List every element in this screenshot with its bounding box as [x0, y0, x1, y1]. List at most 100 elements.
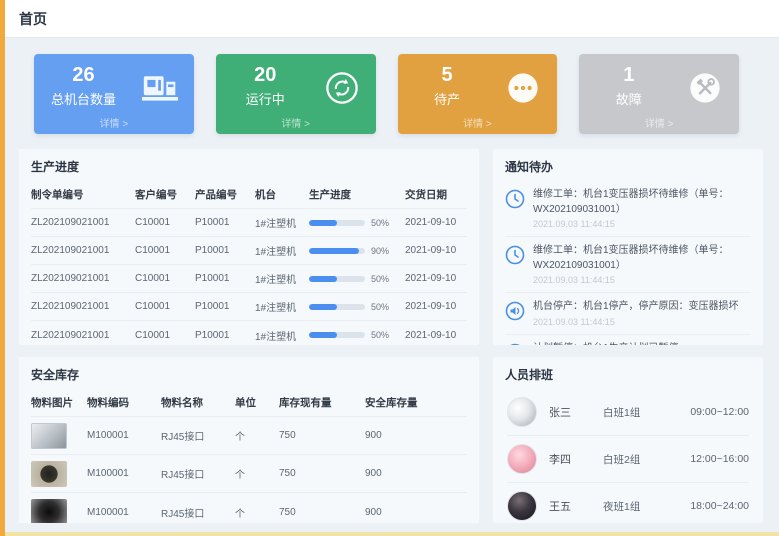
- progress-bar: [309, 332, 365, 338]
- progress-cell: 50%: [309, 211, 405, 235]
- cell-date: 2021-09-10: [405, 294, 469, 319]
- table-row: M100001 RJ45接口 个 750 900: [31, 455, 467, 493]
- col-header: 机台: [255, 181, 309, 208]
- notification-text: 机台停产：机台1停产，停产原因：变压器损坏: [533, 300, 751, 315]
- cell-stock: 750: [279, 423, 365, 448]
- card-standby[interactable]: 5 待产 详情 >: [398, 54, 558, 134]
- notification-time: 2021.09.03 11:44:15: [533, 275, 751, 285]
- progress-cell: 90%: [309, 239, 405, 263]
- table-row: ZL202109021001 C10001 P10001 1#注塑机 50% 2…: [31, 321, 467, 346]
- cell-machine: 1#注塑机: [255, 292, 309, 321]
- notification-item[interactable]: 机台停产：机台1停产，停产原因：变压器损坏 2021.09.03 11:44:1…: [505, 293, 751, 335]
- cell-name: RJ45接口: [161, 421, 235, 450]
- material-image: [31, 499, 67, 524]
- cell-product: P10001: [195, 294, 255, 319]
- card-label: 待产: [398, 89, 497, 108]
- page-title: 首页: [19, 9, 47, 29]
- left-accent-strip: [0, 0, 5, 536]
- schedule-row: 张三 白班1组 09:00~12:00: [507, 389, 749, 436]
- card-label: 运行中: [216, 89, 315, 108]
- cell-unit: 个: [235, 459, 279, 488]
- cell-machine: 1#注塑机: [255, 321, 309, 347]
- progress-bar: [309, 304, 365, 310]
- tools-icon: [687, 70, 723, 106]
- cell-order: ZL202109021001: [31, 238, 135, 263]
- production-progress-panel: 生产进度 制令单编号 客户编号 产品编号 机台 生产进度 交货日期 ZL2021…: [18, 148, 480, 346]
- card-total-machines[interactable]: 26 总机台数量 详情 >: [34, 54, 194, 134]
- staff-name: 王五: [549, 498, 591, 514]
- inventory-table: 物料图片 物料编码 物料名称 单位 库存现有量 安全库存量 M100001 RJ…: [19, 389, 479, 524]
- progress-label: 50%: [371, 330, 389, 340]
- notification-item[interactable]: 维修工单：机台1变压器损坏待维修（单号：WX202109031001） 2021…: [505, 181, 751, 237]
- cell-code: M100001: [87, 500, 161, 525]
- progress-cell: 50%: [309, 323, 405, 346]
- col-header: 库存现有量: [279, 389, 365, 416]
- notifications-panel: 通知待办 维修工单：机台1变压器损坏待维修（单号：WX202109031001）…: [492, 148, 764, 346]
- notification-text: 计划暂停：机台1生产计划已暂停: [533, 342, 751, 347]
- staff-time: 18:00~24:00: [690, 500, 749, 512]
- card-label: 总机台数量: [34, 89, 133, 108]
- card-running[interactable]: 20 运行中 详情 >: [216, 54, 376, 134]
- cell-name: RJ45接口: [161, 459, 235, 488]
- table-row: ZL202109021001 C10001 P10001 1#注塑机 50% 2…: [31, 209, 467, 237]
- material-image: [31, 423, 67, 449]
- card-value: 20: [216, 64, 315, 87]
- bottom-accent-strip: [0, 532, 779, 536]
- cell-machine: 1#注塑机: [255, 236, 309, 265]
- progress-bar: [309, 248, 365, 254]
- cell-date: 2021-09-10: [405, 238, 469, 263]
- cell-date: 2021-09-10: [405, 210, 469, 235]
- notification-item[interactable]: 计划暂停：机台1生产计划已暂停 2021.09.03 11:44:15: [505, 335, 751, 347]
- material-image: [31, 461, 67, 487]
- card-value: 5: [398, 64, 497, 87]
- panel-title: 安全库存: [19, 357, 479, 389]
- card-detail-link[interactable]: 详情 >: [216, 115, 376, 130]
- table-row: ZL202109021001 C10001 P10001 1#注塑机 50% 2…: [31, 293, 467, 321]
- speaker-icon: [505, 343, 525, 347]
- table-row: ZL202109021001 C10001 P10001 1#注塑机 50% 2…: [31, 265, 467, 293]
- schedule-list: 张三 白班1组 09:00~12:00 李四 白班2组 12:00~16:00 …: [493, 389, 763, 524]
- cell-customer: C10001: [135, 210, 195, 235]
- staff-time: 12:00~16:00: [690, 453, 749, 465]
- panel-title: 生产进度: [19, 149, 479, 181]
- staff-name: 张三: [549, 404, 591, 420]
- clock-icon: [505, 245, 525, 265]
- cell-order: ZL202109021001: [31, 210, 135, 235]
- card-detail-link[interactable]: 详情 >: [398, 115, 558, 130]
- col-header: 物料名称: [161, 389, 235, 416]
- avatar: [507, 397, 537, 427]
- cell-stock: 750: [279, 461, 365, 486]
- table-row: M100001 RJ45接口 个 750 900: [31, 493, 467, 524]
- panel-title: 通知待办: [493, 149, 763, 181]
- card-detail-link[interactable]: 详情 >: [579, 115, 739, 130]
- safety-stock-panel: 安全库存 物料图片 物料编码 物料名称 单位 库存现有量 安全库存量 M1000…: [18, 356, 480, 524]
- cell-product: P10001: [195, 238, 255, 263]
- col-header: 安全库存量: [365, 389, 469, 416]
- production-table: 制令单编号 客户编号 产品编号 机台 生产进度 交货日期 ZL202109021…: [19, 181, 479, 346]
- card-detail-link[interactable]: 详情 >: [34, 115, 194, 130]
- staff-shift: 夜班1组: [603, 499, 665, 514]
- notification-time: 2021.09.03 11:44:15: [533, 317, 751, 327]
- col-header: 制令单编号: [31, 181, 135, 208]
- cell-machine: 1#注塑机: [255, 208, 309, 237]
- stat-cards-row: 26 总机台数量 详情 > 20 运行中 详情 >: [34, 54, 739, 134]
- cell-product: P10001: [195, 210, 255, 235]
- panel-title: 人员排班: [493, 357, 763, 389]
- table-header-row: 制令单编号 客户编号 产品编号 机台 生产进度 交货日期: [31, 181, 467, 209]
- progress-bar: [309, 220, 365, 226]
- staff-name: 李四: [549, 451, 591, 467]
- col-header: 产品编号: [195, 181, 255, 208]
- cell-name: RJ45接口: [161, 498, 235, 525]
- card-fault[interactable]: 1 故障 详情 >: [579, 54, 739, 134]
- cell-product: P10001: [195, 266, 255, 291]
- staff-shift: 白班2组: [603, 452, 665, 467]
- avatar: [507, 444, 537, 474]
- col-header: 物料图片: [31, 389, 87, 416]
- notification-item[interactable]: 维修工单：机台1变压器损坏待维修（单号：WX202109031001） 2021…: [505, 237, 751, 293]
- cell-unit: 个: [235, 498, 279, 525]
- col-header: 单位: [235, 389, 279, 416]
- table-header-row: 物料图片 物料编码 物料名称 单位 库存现有量 安全库存量: [31, 389, 467, 417]
- cell-stock: 750: [279, 500, 365, 525]
- notification-text: 维修工单：机台1变压器损坏待维修（单号：WX202109031001）: [533, 188, 751, 217]
- cell-date: 2021-09-10: [405, 323, 469, 347]
